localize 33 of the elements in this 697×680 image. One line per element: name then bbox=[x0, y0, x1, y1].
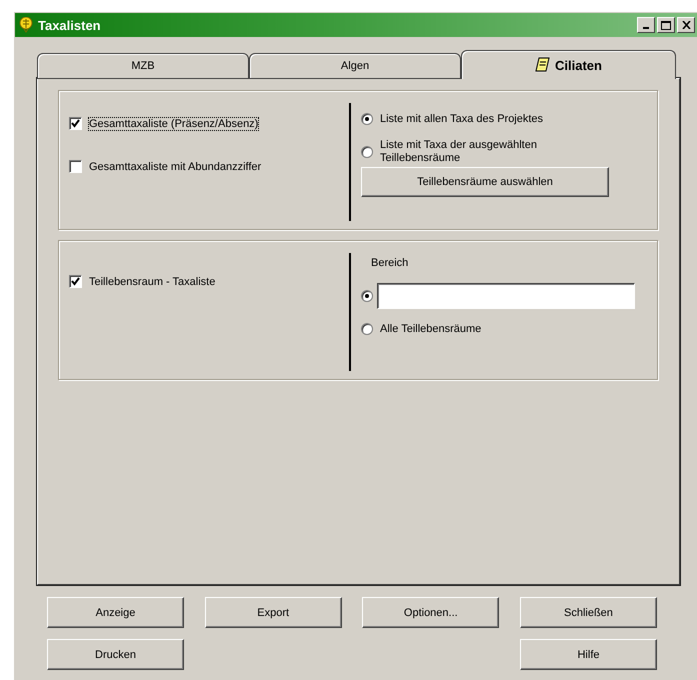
checkbox-label[interactable]: Teillebensraum - Taxaliste bbox=[89, 276, 216, 288]
dialog-button[interactable]: Export bbox=[204, 597, 342, 628]
dialog-button[interactable]: Optionen... bbox=[362, 597, 500, 628]
dialog-button[interactable]: Schließen bbox=[520, 597, 657, 628]
radio-button[interactable] bbox=[361, 113, 373, 125]
radio-label[interactable]: Alle Teillebensräume bbox=[380, 323, 482, 335]
minimize-button[interactable] bbox=[637, 17, 655, 33]
scroll-icon bbox=[535, 57, 552, 73]
radio-button[interactable] bbox=[361, 290, 373, 302]
maximize-icon bbox=[661, 20, 671, 30]
select-habitats-button[interactable]: Teillebensräume auswählen bbox=[361, 167, 609, 197]
radio-button[interactable] bbox=[361, 146, 373, 158]
close-button[interactable] bbox=[677, 17, 695, 33]
radio-label[interactable]: Liste mit allen Taxa des Projektes bbox=[380, 113, 544, 125]
tab[interactable]: MZB bbox=[37, 53, 249, 79]
range-input-field[interactable] bbox=[377, 283, 635, 309]
radio-button[interactable] bbox=[361, 323, 373, 335]
checkbox-label[interactable]: Gesamttaxaliste (Präsenz/Absenz) bbox=[89, 118, 258, 130]
window-title: Taxalisten bbox=[38, 18, 102, 32]
checkbox-label[interactable]: Gesamttaxaliste mit Abundanzziffer bbox=[89, 160, 262, 172]
dialog-button[interactable]: Drucken bbox=[47, 639, 184, 670]
maximize-button[interactable] bbox=[657, 17, 675, 33]
dialog-button[interactable]: Anzeige bbox=[47, 597, 184, 628]
checkbox[interactable] bbox=[69, 117, 82, 130]
tab[interactable]: Algen bbox=[249, 53, 461, 79]
range-label: Bereich bbox=[371, 257, 410, 269]
checkbox[interactable] bbox=[69, 275, 82, 288]
dialog-button[interactable]: Hilfe bbox=[520, 639, 657, 670]
checkbox[interactable] bbox=[69, 160, 82, 173]
close-icon bbox=[682, 21, 690, 29]
tab[interactable]: Ciliaten bbox=[461, 50, 676, 79]
radio-label[interactable]: Liste mit Taxa der ausgewählten Teillebensräume bbox=[380, 139, 570, 165]
app-icon bbox=[19, 17, 33, 33]
